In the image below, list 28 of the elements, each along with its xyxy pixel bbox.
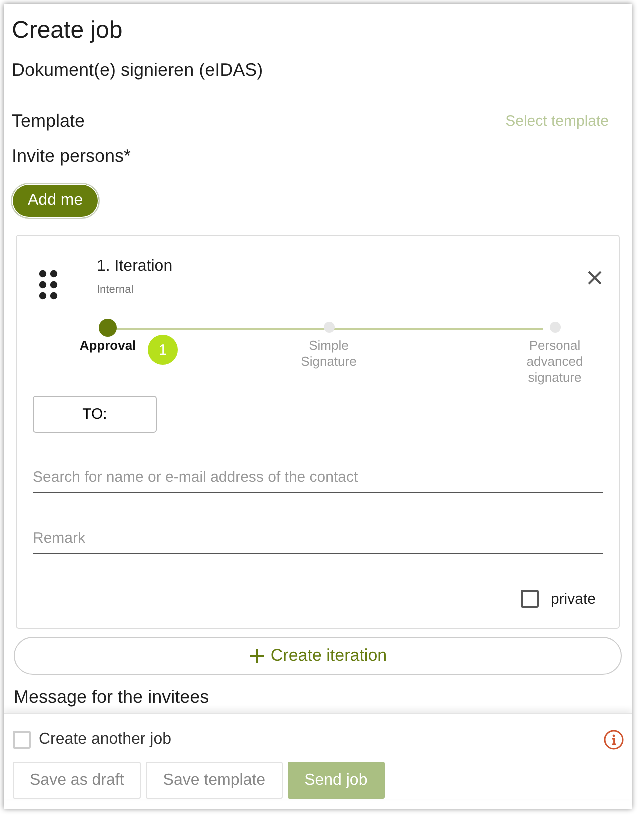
drag-handle-icon[interactable] — [39, 270, 59, 300]
footer-button[interactable]: Save template — [146, 762, 283, 799]
private-label: private — [550, 590, 596, 608]
invite-label: Invite persons* — [12, 146, 132, 167]
another-job-checkbox[interactable] — [13, 731, 31, 749]
step-dot[interactable] — [550, 322, 560, 333]
step-label: Simple Signature — [300, 338, 358, 370]
step-dot[interactable] — [99, 319, 117, 337]
to-button[interactable]: TO: — [33, 396, 157, 433]
add-me-button[interactable]: Add me — [11, 183, 100, 219]
footer-button[interactable]: Save as draft — [13, 762, 142, 799]
message-heading: Message for the invitees — [14, 687, 210, 708]
template-label: Template — [12, 111, 86, 132]
job-type: Dokument(e) signieren (eIDAS) — [12, 60, 264, 81]
step-dot[interactable] — [324, 322, 334, 333]
close-icon[interactable] — [587, 270, 603, 286]
footer-button[interactable]: Send job — [288, 762, 385, 799]
info-icon[interactable] — [604, 730, 624, 750]
step-label: Personal advanced signature — [526, 338, 584, 386]
create-iteration-button[interactable]: Create iteration — [14, 637, 622, 675]
step-count-badge: 1 — [148, 335, 178, 365]
private-checkbox[interactable] — [520, 590, 539, 608]
iteration-type: Internal — [97, 284, 135, 296]
step-label: Approval — [80, 338, 136, 354]
dialog-title: Create job — [12, 17, 124, 45]
plus-icon — [248, 648, 265, 664]
iteration-title: 1. Iteration — [97, 258, 173, 276]
another-job-label: Create another job — [39, 731, 172, 749]
